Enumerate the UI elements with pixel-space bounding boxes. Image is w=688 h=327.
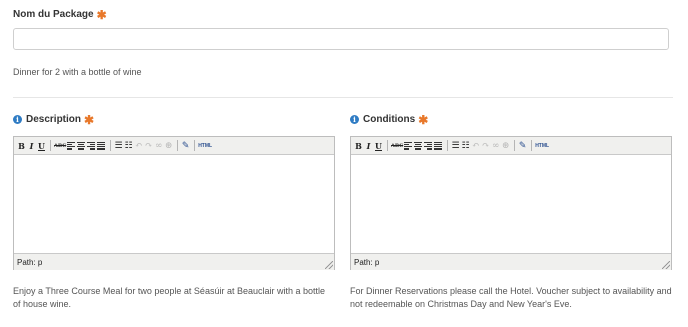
undo-icon[interactable]: ↶	[471, 140, 480, 152]
unlink-icon[interactable]: ⊛	[501, 140, 510, 152]
editor-statusbar: Path: p	[351, 253, 671, 270]
section-divider	[13, 97, 673, 98]
strikethrough-button[interactable]: ABC	[391, 140, 403, 152]
html-source-button[interactable]: HTML	[535, 140, 549, 152]
package-name-label: Nom du Package ✱	[13, 7, 107, 22]
link-icon[interactable]: ∞	[491, 140, 500, 152]
redo-icon[interactable]: ↷	[481, 140, 490, 152]
conditions-editor: B I U ABC ☰ ☷ ↶ ↷ ∞ ⊛ ✎ HTML Path: p	[350, 136, 672, 270]
required-asterisk-icon: ✱	[418, 112, 429, 127]
required-asterisk-icon: ✱	[84, 112, 95, 127]
toolbar-separator	[387, 140, 388, 151]
resize-grip-icon[interactable]	[662, 261, 670, 269]
editor-statusbar: Path: p	[14, 253, 334, 270]
toolbar-separator	[110, 140, 112, 151]
underline-button[interactable]: U	[37, 140, 46, 152]
info-icon[interactable]: i	[350, 115, 359, 124]
cleanup-icon[interactable]: ✎	[181, 140, 190, 152]
cleanup-icon[interactable]: ✎	[518, 140, 527, 152]
underline-button[interactable]: U	[374, 140, 383, 152]
editor-toolbar: B I U ABC ☰ ☷ ↶ ↷ ∞ ⊛ ✎ HTML	[351, 137, 671, 155]
toolbar-separator	[50, 140, 51, 151]
align-right-icon[interactable]	[87, 141, 96, 150]
description-label: i Description ✱	[13, 112, 95, 127]
numbered-list-icon[interactable]: ☷	[461, 140, 470, 152]
package-name-input[interactable]	[13, 28, 669, 50]
align-justify-icon[interactable]	[434, 141, 443, 150]
conditions-hint: For Dinner Reservations please call the …	[350, 286, 672, 309]
redo-icon[interactable]: ↷	[144, 140, 153, 152]
italic-button[interactable]: I	[364, 140, 373, 152]
align-center-icon[interactable]	[414, 141, 423, 150]
path-indicator: Path: p	[17, 257, 43, 267]
path-indicator: Path: p	[354, 257, 380, 267]
align-left-icon[interactable]	[67, 141, 76, 150]
toolbar-separator	[447, 140, 449, 151]
strikethrough-button[interactable]: ABC	[54, 140, 66, 152]
package-name-label-text: Nom du Package	[13, 9, 94, 20]
required-asterisk-icon: ✱	[96, 7, 107, 22]
info-icon[interactable]: i	[13, 115, 22, 124]
bold-button[interactable]: B	[17, 140, 26, 152]
conditions-edit-area[interactable]	[351, 155, 671, 253]
toolbar-separator	[531, 140, 533, 151]
bold-button[interactable]: B	[354, 140, 363, 152]
description-label-text: Description	[26, 114, 82, 125]
toolbar-separator	[177, 140, 179, 151]
align-right-icon[interactable]	[424, 141, 433, 150]
package-name-hint: Dinner for 2 with a bottle of wine	[13, 67, 142, 77]
description-edit-area[interactable]	[14, 155, 334, 253]
bullet-list-icon[interactable]: ☰	[114, 140, 123, 152]
html-source-button[interactable]: HTML	[198, 140, 212, 152]
italic-button[interactable]: I	[27, 140, 36, 152]
undo-icon[interactable]: ↶	[134, 140, 143, 152]
unlink-icon[interactable]: ⊛	[164, 140, 173, 152]
toolbar-separator	[514, 140, 516, 151]
link-icon[interactable]: ∞	[154, 140, 163, 152]
conditions-label: i Conditions ✱	[350, 112, 429, 127]
conditions-label-text: Conditions	[363, 114, 416, 125]
align-left-icon[interactable]	[404, 141, 413, 150]
resize-grip-icon[interactable]	[325, 261, 333, 269]
align-justify-icon[interactable]	[97, 141, 106, 150]
align-center-icon[interactable]	[77, 141, 86, 150]
toolbar-separator	[194, 140, 196, 151]
description-editor: B I U ABC ☰ ☷ ↶ ↷ ∞ ⊛ ✎ HTML Path: p	[13, 136, 335, 270]
numbered-list-icon[interactable]: ☷	[124, 140, 133, 152]
bullet-list-icon[interactable]: ☰	[451, 140, 460, 152]
editor-toolbar: B I U ABC ☰ ☷ ↶ ↷ ∞ ⊛ ✎ HTML	[14, 137, 334, 155]
description-hint: Enjoy a Three Course Meal for two people…	[13, 286, 326, 309]
